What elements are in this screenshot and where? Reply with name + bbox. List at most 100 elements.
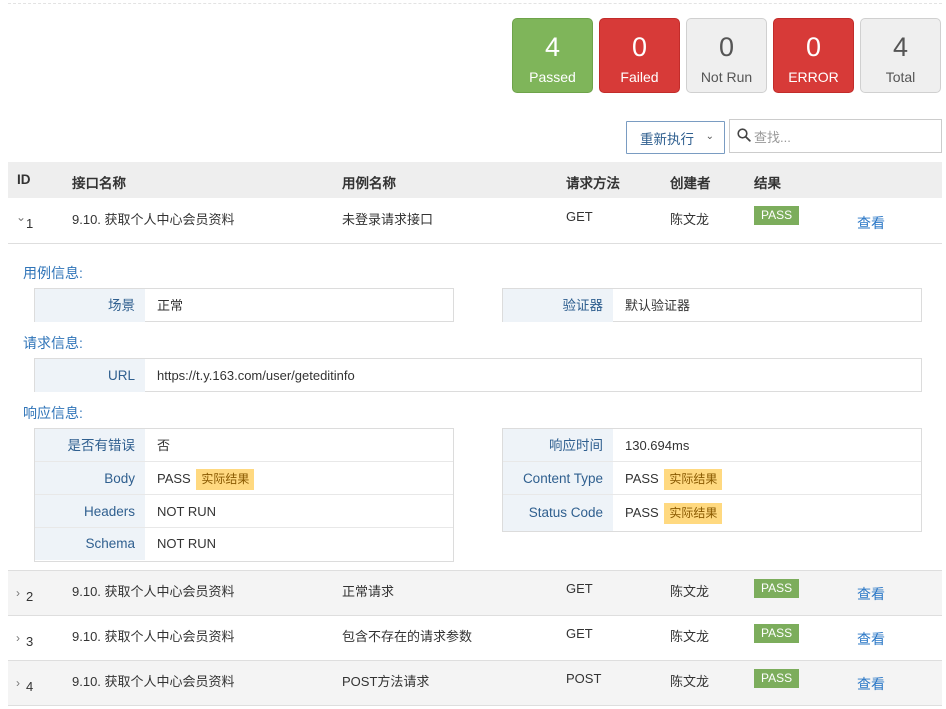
response-time-key: 响应时间 [503, 429, 613, 461]
row-creator: 陈文龙 [670, 584, 710, 599]
header-creator[interactable]: 创建者 [670, 172, 711, 192]
header-result[interactable]: 结果 [754, 172, 781, 192]
status-badge: PASS [754, 624, 800, 643]
body-key: Body [35, 462, 145, 494]
stat-failed[interactable]: 0 Failed [599, 18, 680, 93]
header-case-name[interactable]: 用例名称 [342, 172, 396, 192]
row-divider [8, 243, 942, 244]
top-divider [8, 3, 942, 4]
row-method: POST [566, 671, 602, 686]
row-creator: 陈文龙 [670, 674, 710, 689]
validator-value: 默认验证器 [625, 298, 691, 313]
chevron-down-icon: ⌄ [705, 131, 714, 142]
search-icon [737, 128, 751, 142]
response-right-table: 响应时间 130.694ms Content Type PASS 实际结果 St… [502, 428, 922, 532]
kv-row: Status Code PASS 实际结果 [503, 495, 921, 531]
scene-value: 正常 [157, 298, 184, 313]
row-id: 3 [26, 634, 34, 649]
view-link[interactable]: 查看 [857, 629, 885, 649]
table-row[interactable]: ⌄ 1 9.10. 获取个人中心会员资料 未登录请求接口 GET 陈文龙 PAS… [8, 198, 942, 243]
headers-key: Headers [35, 495, 145, 527]
kv-row: 是否有错误 否 [35, 429, 453, 462]
rerun-button-label: 重新执行 [640, 131, 694, 147]
row-api-name: 9.10. 获取个人中心会员资料 [72, 584, 235, 599]
row-case-name: 未登录请求接口 [342, 212, 434, 227]
search-box[interactable] [729, 119, 942, 153]
url-table: URL https://t.y.163.com/user/geteditinfo [34, 358, 922, 392]
validator-key: 验证器 [503, 289, 613, 322]
has-error-value: 否 [157, 438, 171, 453]
search-input[interactable] [754, 126, 934, 148]
stat-error-label: ERROR [788, 69, 839, 85]
header-method[interactable]: 请求方法 [566, 172, 620, 192]
status-badge: PASS [754, 669, 800, 688]
status-code-value: PASS 实际结果 [625, 495, 723, 531]
view-link[interactable]: 查看 [857, 584, 885, 604]
headers-value: NOT RUN [157, 504, 216, 519]
row-method: GET [566, 209, 593, 224]
stat-passed[interactable]: 4 Passed [512, 18, 593, 93]
row-api-name: 9.10. 获取个人中心会员资料 [72, 212, 235, 227]
kv-row: 响应时间 130.694ms [503, 429, 921, 462]
actual-result-tag[interactable]: 实际结果 [664, 503, 723, 525]
kv-row: Schema NOT RUN [35, 528, 453, 560]
row-id: 2 [26, 589, 34, 604]
content-type-result: PASS [625, 471, 659, 486]
header-id[interactable]: ID [17, 172, 31, 187]
row-creator: 陈文龙 [670, 629, 710, 644]
stat-not-run-label: Not Run [700, 69, 753, 85]
stat-failed-value: 0 [631, 32, 648, 62]
schema-key: Schema [35, 528, 145, 560]
row-method: GET [566, 626, 593, 641]
body-value: PASS 实际结果 [157, 462, 255, 494]
kv-row: 场景 正常 [35, 289, 453, 322]
status-badge: PASS [754, 579, 800, 598]
stat-not-run[interactable]: 0 Not Run [686, 18, 767, 93]
scene-key: 场景 [35, 289, 145, 322]
case-info-title: 用例信息: [23, 265, 83, 281]
kv-row: 验证器 默认验证器 [503, 289, 921, 322]
stat-passed-label: Passed [529, 69, 576, 85]
row-id: 4 [26, 679, 34, 694]
stat-total-label: Total [885, 69, 916, 85]
stat-error-value: 0 [805, 32, 822, 62]
stat-error[interactable]: 0 ERROR [773, 18, 854, 93]
kv-row: Body PASS 实际结果 [35, 462, 453, 495]
status-code-result: PASS [625, 505, 659, 520]
row-case-name: 包含不存在的请求参数 [342, 629, 473, 644]
summary-stats: 4 Passed 0 Failed 0 Not Run 0 ERROR 4 To… [0, 18, 946, 94]
table-row[interactable]: › 3 9.10. 获取个人中心会员资料 包含不存在的请求参数 GET 陈文龙 … [8, 616, 942, 661]
table-row[interactable]: › 2 9.10. 获取个人中心会员资料 正常请求 GET 陈文龙 PASS 查… [8, 571, 942, 616]
schema-value: NOT RUN [157, 536, 216, 551]
content-type-value: PASS 实际结果 [625, 462, 723, 494]
header-api-name[interactable]: 接口名称 [72, 172, 126, 192]
view-link[interactable]: 查看 [857, 213, 885, 233]
kv-row: Content Type PASS 实际结果 [503, 462, 921, 495]
response-info-title: 响应信息: [23, 405, 83, 421]
row-method: GET [566, 581, 593, 596]
url-key: URL [35, 359, 145, 392]
stat-not-run-value: 0 [718, 32, 735, 62]
kv-row: Headers NOT RUN [35, 495, 453, 528]
stat-total[interactable]: 4 Total [860, 18, 941, 93]
row-divider [8, 705, 942, 706]
content-type-key: Content Type [503, 462, 613, 494]
response-time-value: 130.694ms [625, 438, 690, 453]
status-code-key: Status Code [503, 495, 613, 531]
table-row[interactable]: › 4 9.10. 获取个人中心会员资料 POST方法请求 POST 陈文龙 P… [8, 661, 942, 706]
actual-result-tag[interactable]: 实际结果 [664, 469, 723, 491]
url-value[interactable]: https://t.y.163.com/user/geteditinfo [157, 359, 355, 392]
row-creator: 陈文龙 [670, 212, 710, 227]
response-left-table: 是否有错误 否 Body PASS 实际结果 Headers NOT RUN S… [34, 428, 454, 562]
row-api-name: 9.10. 获取个人中心会员资料 [72, 629, 235, 644]
request-info-title: 请求信息: [23, 335, 83, 351]
row-case-name: 正常请求 [342, 584, 395, 599]
rerun-button[interactable]: 重新执行 ⌄ [626, 121, 725, 154]
view-link[interactable]: 查看 [857, 674, 885, 694]
row-id: 1 [26, 216, 34, 231]
body-result: PASS [157, 471, 191, 486]
kv-row: URL https://t.y.163.com/user/geteditinfo [35, 359, 921, 392]
actual-result-tag[interactable]: 实际结果 [196, 469, 255, 491]
stat-total-value: 4 [892, 32, 909, 62]
stat-failed-label: Failed [620, 69, 659, 85]
